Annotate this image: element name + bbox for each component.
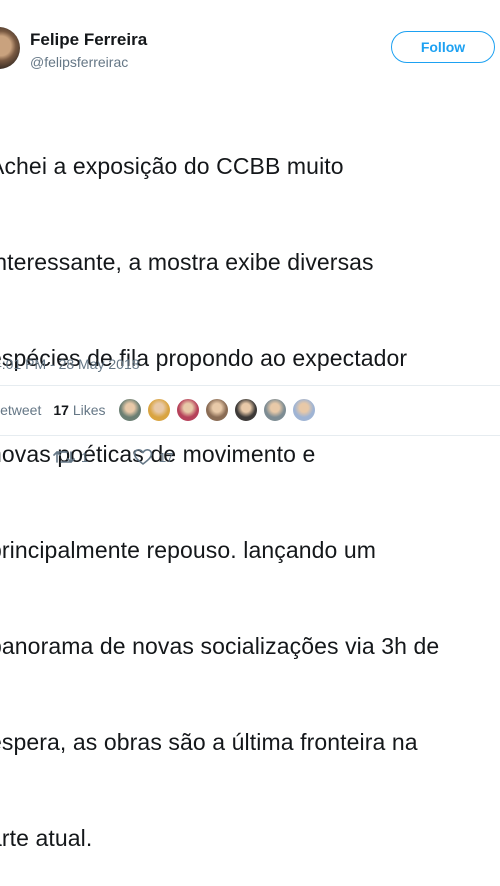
tweet-line: principalmente repouso. lançando um — [0, 537, 377, 563]
likes-count[interactable]: 17 — [53, 402, 69, 418]
tweet-line: panorama de novas socializações via 3h d… — [0, 633, 440, 659]
liker-avatar[interactable] — [234, 398, 258, 422]
liker-avatar[interactable] — [118, 398, 142, 422]
liker-avatar[interactable] — [176, 398, 200, 422]
follow-button[interactable]: Follow — [391, 31, 495, 63]
heart-icon — [133, 449, 153, 465]
engagement-stats: Retweet 17 Likes — [0, 402, 106, 418]
retweet-action[interactable]: 1 — [53, 448, 88, 466]
like-count: 17 — [159, 449, 174, 465]
like-action[interactable]: 17 — [133, 448, 173, 466]
retweet-icon — [53, 451, 75, 463]
tweet-line: arte atual. — [0, 825, 93, 851]
liker-avatar[interactable] — [263, 398, 287, 422]
liker-avatar[interactable] — [292, 398, 316, 422]
avatar[interactable] — [0, 27, 20, 69]
tweet-line: Achei a exposição do CCBB muito — [0, 153, 344, 179]
retweet-count: 1 — [81, 449, 89, 465]
liker-avatar[interactable] — [147, 398, 171, 422]
tweet-actions: 1 1 17 — [0, 448, 500, 470]
handle[interactable]: @felipsferreirac — [30, 54, 128, 70]
tweet-line: espera, as obras são a última fronteira … — [0, 729, 418, 755]
likes-label[interactable]: Likes — [73, 402, 106, 418]
retweets-label[interactable]: Retweet — [0, 402, 41, 418]
liker-avatar[interactable] — [205, 398, 229, 422]
divider — [0, 435, 500, 436]
tweet-timestamp[interactable]: 4:01 PM - 28 May 2018 — [0, 356, 140, 372]
tweet-line: interessante, a mostra exibe diversas — [0, 249, 374, 275]
liker-avatars — [118, 398, 321, 424]
divider — [0, 385, 500, 386]
tweet-text: Achei a exposição do CCBB muito interess… — [0, 86, 500, 886]
display-name[interactable]: Felipe Ferreira — [30, 30, 147, 50]
